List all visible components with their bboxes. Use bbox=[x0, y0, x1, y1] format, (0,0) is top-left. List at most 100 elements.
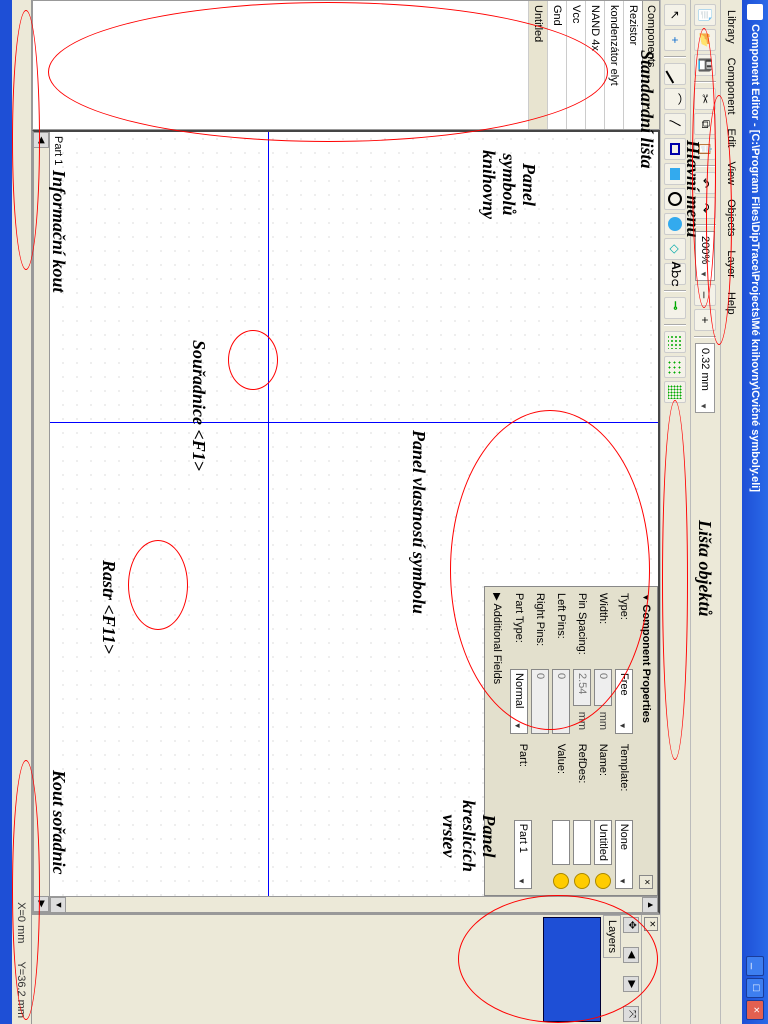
grid2-icon[interactable] bbox=[665, 356, 687, 378]
value-field[interactable] bbox=[552, 820, 570, 865]
scroll-down-icon[interactable]: ▼ bbox=[50, 897, 66, 913]
refdes-field[interactable] bbox=[573, 820, 591, 865]
properties-close-icon[interactable]: × bbox=[639, 875, 653, 889]
layers-tab[interactable]: Layers bbox=[603, 915, 621, 958]
standard-toolbar: 📄 📂 💾 ✂ ⧉ 📋 ↶ ↷ 200% – + 0.32 mm bbox=[690, 0, 720, 1024]
copy-icon[interactable]: ⧉ bbox=[695, 113, 717, 135]
list-item[interactable]: Vcc bbox=[566, 1, 585, 129]
list-item[interactable]: NAND 4x bbox=[585, 1, 604, 129]
titlebar: Component Editor - [C:\Program Files\Dip… bbox=[742, 0, 768, 1024]
zoomin-icon[interactable]: + bbox=[695, 309, 717, 331]
layers-panel: × ✥ ◀ ▶ ⤧ Layers bbox=[32, 914, 660, 1024]
scroll-up-icon[interactable]: ▲ bbox=[642, 897, 658, 913]
menu-component[interactable]: Component bbox=[724, 52, 740, 121]
scroll-left-icon[interactable]: ◀ bbox=[33, 132, 49, 148]
grid1-icon[interactable] bbox=[665, 331, 687, 353]
layers-next-icon[interactable]: ▶ bbox=[623, 976, 639, 992]
menu-edit[interactable]: Edit bbox=[724, 123, 740, 154]
circle-icon[interactable] bbox=[665, 188, 687, 210]
arc-icon[interactable]: ⌒ bbox=[665, 88, 687, 110]
text-icon[interactable]: A𝚋𝚌 bbox=[665, 263, 687, 285]
objects-toolbar: ↖ + ⌒ 〳 ◇ A𝚋𝚌 ⊸ bbox=[660, 0, 690, 1024]
cut-icon[interactable]: ✂ bbox=[695, 88, 717, 110]
template-combo[interactable]: None bbox=[615, 820, 633, 889]
status-y: Y=36.2 mm bbox=[16, 961, 28, 1018]
pin-icon[interactable]: ⊸ bbox=[665, 297, 687, 319]
menu-objects[interactable]: Objects bbox=[724, 193, 740, 242]
type-combo[interactable]: Free bbox=[615, 669, 633, 734]
menu-help[interactable]: Help bbox=[724, 286, 740, 321]
scroll-right-icon[interactable]: ▶ bbox=[33, 896, 49, 912]
vertical-scrollbar[interactable]: ▲ ▼ bbox=[50, 896, 658, 912]
open-icon[interactable]: 📂 bbox=[695, 29, 717, 51]
template-label: Template: bbox=[618, 744, 630, 814]
symbol-list-panel: Components Rezistor kondenzátor elyt NAN… bbox=[32, 0, 660, 130]
list-item[interactable]: Rezistor bbox=[623, 1, 642, 129]
poly-icon[interactable]: ◇ bbox=[665, 238, 687, 260]
additional-fields-toggle[interactable]: ▶ Additional Fields bbox=[491, 593, 503, 889]
polyline-icon[interactable]: 〳 bbox=[665, 113, 687, 135]
bulb-icon[interactable] bbox=[553, 873, 569, 889]
width-field: 0 bbox=[594, 669, 612, 706]
linewidth-combo[interactable]: 0.32 mm bbox=[696, 343, 716, 413]
frect-icon[interactable] bbox=[665, 163, 687, 185]
horizontal-scrollbar[interactable]: ◀ ▶ bbox=[34, 132, 50, 912]
leftpins-label: Left Pins: bbox=[555, 593, 567, 663]
statusbar: X=0 mm Y=36.2 mm bbox=[12, 0, 32, 1024]
grid3-icon[interactable] bbox=[665, 381, 687, 403]
minimize-button[interactable]: _ bbox=[746, 956, 764, 976]
layers-move-icon[interactable]: ✥ bbox=[623, 917, 639, 933]
canvas-area: Part 1 Component Properties × Type: Free bbox=[32, 130, 660, 914]
zoomout-icon[interactable]: – bbox=[695, 284, 717, 306]
save-icon[interactable]: 💾 bbox=[695, 54, 717, 76]
list-item[interactable]: Untitled bbox=[528, 1, 547, 129]
new-icon[interactable]: 📄 bbox=[695, 4, 717, 26]
part-label: Part: bbox=[517, 744, 529, 814]
parttype-combo[interactable]: Normal bbox=[510, 669, 528, 734]
layer-swatch[interactable] bbox=[543, 917, 601, 1022]
unit-mm: mm bbox=[597, 712, 609, 734]
bulb-icon[interactable] bbox=[574, 873, 590, 889]
properties-header[interactable]: Component Properties bbox=[640, 593, 652, 723]
list-item[interactable]: kondenzátor elyt bbox=[604, 1, 623, 129]
bulb-icon[interactable] bbox=[595, 873, 611, 889]
line-icon[interactable] bbox=[665, 63, 687, 85]
status-x: X=0 mm bbox=[16, 902, 28, 943]
paste-icon[interactable]: 📋 bbox=[695, 138, 717, 160]
fcircle-icon[interactable] bbox=[665, 213, 687, 235]
pinspacing-label: Pin Spacing: bbox=[576, 593, 588, 663]
leftpins-field: 0 bbox=[552, 669, 570, 734]
value-label: Value: bbox=[555, 744, 567, 814]
refdes-label: RefDes: bbox=[576, 744, 588, 814]
name-field[interactable]: Untitled bbox=[594, 820, 612, 865]
pinspacing-field: 2.54 bbox=[573, 669, 591, 706]
redo-icon[interactable]: ↷ bbox=[695, 197, 717, 219]
maximize-button[interactable]: □ bbox=[746, 978, 764, 998]
crosshair-icon[interactable]: + bbox=[665, 29, 687, 51]
rightpins-field: 0 bbox=[531, 669, 549, 734]
menubar: Library Component Edit View Objects Laye… bbox=[720, 0, 742, 1024]
zoom-combo[interactable]: 200% bbox=[696, 231, 716, 281]
symbol-list-tab[interactable]: Components bbox=[642, 1, 659, 129]
parttype-label: Part Type: bbox=[513, 593, 525, 663]
layers-close-icon[interactable]: × bbox=[644, 917, 658, 931]
menu-view[interactable]: View bbox=[724, 155, 740, 191]
menu-layer[interactable]: Layer bbox=[724, 244, 740, 284]
origin-vertical bbox=[50, 422, 658, 423]
part-combo[interactable]: Part 1 bbox=[514, 820, 532, 889]
close-button[interactable]: × bbox=[746, 1000, 764, 1020]
menu-library[interactable]: Library bbox=[724, 4, 740, 50]
rect-icon[interactable] bbox=[665, 138, 687, 160]
unit-mm: mm bbox=[576, 712, 588, 734]
list-item[interactable]: Gnd bbox=[547, 1, 566, 129]
undo-icon[interactable]: ↶ bbox=[695, 172, 717, 194]
drawing-canvas[interactable]: Part 1 Component Properties × Type: Free bbox=[50, 132, 658, 896]
layers-prev-icon[interactable]: ◀ bbox=[623, 947, 639, 963]
properties-panel: Component Properties × Type: Free Width: bbox=[484, 586, 658, 896]
app-icon bbox=[747, 4, 763, 20]
pointer-icon[interactable]: ↖ bbox=[665, 4, 687, 26]
canvas-part-tab[interactable]: Part 1 bbox=[52, 136, 64, 165]
width-label: Width: bbox=[597, 593, 609, 663]
layers-pin-icon[interactable]: ⤧ bbox=[623, 1006, 639, 1022]
origin-horizontal bbox=[268, 132, 269, 896]
